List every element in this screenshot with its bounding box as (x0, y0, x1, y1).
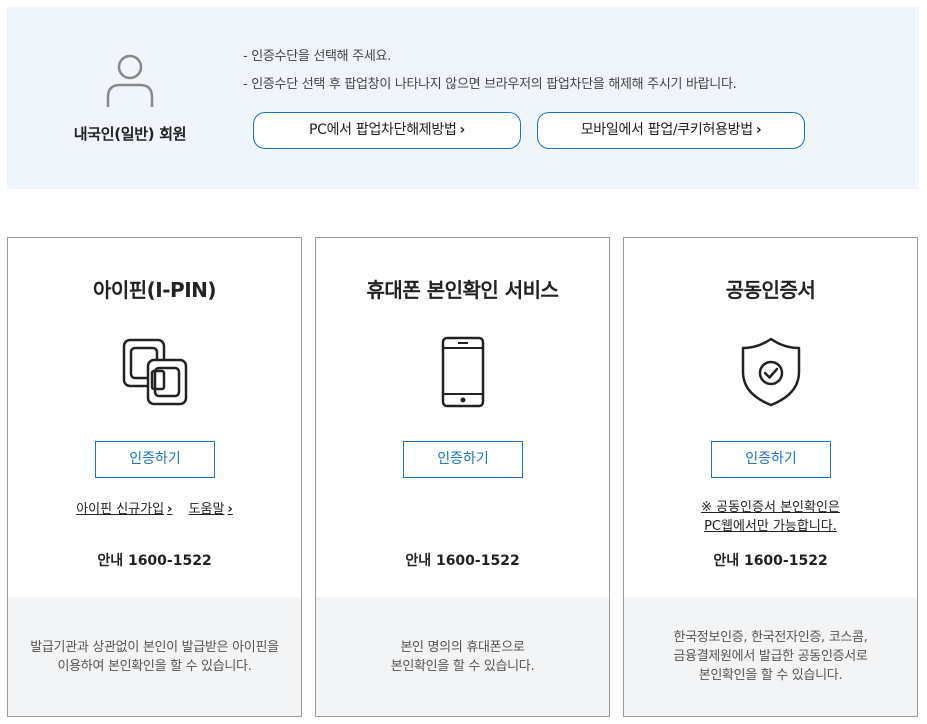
phone-info: 안내 1600-1522 (405, 553, 520, 569)
description-line: 금융결제원에서 발급한 공동인증서로 (673, 649, 868, 664)
pc-popup-help-button[interactable]: PC에서 팝업차단해제방법 › (253, 112, 521, 149)
notice-line: - 인증수단 선택 후 팝업창이 나타나지 않으면 브라우저의 팝업차단을 해제… (243, 77, 737, 92)
note-line: ※ 공동인증서 본인확인은 (701, 500, 840, 515)
notice-line: - 인증수단을 선택해 주세요. (243, 49, 391, 64)
chevron-right-icon: › (227, 502, 233, 517)
info-panel: 내국인(일반) 회원 - 인증수단을 선택해 주세요. - 인증수단 선택 후 … (7, 7, 919, 189)
description-line: 본인 명의의 휴대폰으로 (400, 639, 525, 655)
member-type-block: 내국인(일반) 회원 (59, 51, 201, 144)
card-title: 휴대폰 본인확인 서비스 (366, 278, 559, 302)
note-line: PC웹에서만 가능합니다. (704, 519, 837, 534)
user-icon (106, 54, 154, 107)
ipin-links: 아이핀 신규가입 › 도움말 › (8, 498, 301, 517)
card-title: 아이핀(I-PIN) (92, 278, 217, 302)
description-line: 한국정보인증, 한국전자인증, 코스콤, (673, 630, 868, 645)
ipin-signup-link[interactable]: 아이핀 신규가입 › (76, 502, 172, 517)
phone-info: 안내 1600-1522 (97, 553, 212, 569)
chevron-right-icon: › (459, 122, 466, 138)
ipin-icon (8, 334, 301, 410)
ipin-signup-label: 아이핀 신규가입 (76, 502, 165, 517)
notice-text: - 인증수단을 선택해 주세요. - 인증수단 선택 후 팝업창이 나타나지 않… (243, 47, 737, 103)
certificate-verify-button[interactable]: 인증하기 (711, 441, 831, 478)
card-description: 발급기관과 상관없이 본인이 발급받은 아이핀을 이용하여 본인확인을 할 수 … (8, 597, 301, 716)
mobile-verify-button[interactable]: 인증하기 (403, 441, 523, 478)
ipin-verify-button[interactable]: 인증하기 (95, 441, 215, 478)
description-line: 발급기관과 상관없이 본인이 발급받은 아이핀을 (30, 639, 279, 655)
description-line: 본인확인을 할 수 있습니다. (698, 668, 843, 683)
description-line: 본인확인을 할 수 있습니다. (390, 658, 535, 674)
ipin-card: 아이핀(I-PIN) 인증하기 아이핀 신규가입 › 도움말 › 안내 1600-1… (7, 237, 302, 717)
card-title: 공동인증서 (725, 278, 816, 302)
smartphone-icon (316, 334, 609, 410)
phone-info: 안내 1600-1522 (713, 553, 828, 569)
mobile-card: 휴대폰 본인확인 서비스 인증하기 안내 1600-1522 본인 명의의 휴대… (315, 237, 610, 717)
ipin-help-link[interactable]: 도움말 › (189, 502, 233, 517)
shield-check-icon (624, 334, 917, 410)
ipin-help-label: 도움말 (188, 502, 225, 517)
description-line: 이용하여 본인확인을 할 수 있습니다. (57, 658, 252, 674)
member-type-label: 내국인(일반) 회원 (73, 125, 187, 143)
mobile-popup-help-button[interactable]: 모바일에서 팝업/쿠키허용방법 › (537, 112, 805, 149)
chevron-right-icon: › (167, 502, 173, 517)
certificate-card: 공동인증서 인증하기 ※ 공동인증서 본인확인은 PC웹에서만 가능합니다. 안… (623, 237, 918, 717)
pc-popup-help-label: PC에서 팝업차단해제방법 (308, 122, 457, 138)
chevron-right-icon: › (755, 122, 762, 138)
pc-only-note: ※ 공동인증서 본인확인은 PC웹에서만 가능합니다. (624, 498, 917, 536)
card-description: 본인 명의의 휴대폰으로 본인확인을 할 수 있습니다. (316, 597, 609, 716)
mobile-popup-help-label: 모바일에서 팝업/쿠키허용방법 (580, 122, 753, 138)
card-description: 한국정보인증, 한국전자인증, 코스콤, 금융결제원에서 발급한 공동인증서로 … (624, 597, 917, 716)
